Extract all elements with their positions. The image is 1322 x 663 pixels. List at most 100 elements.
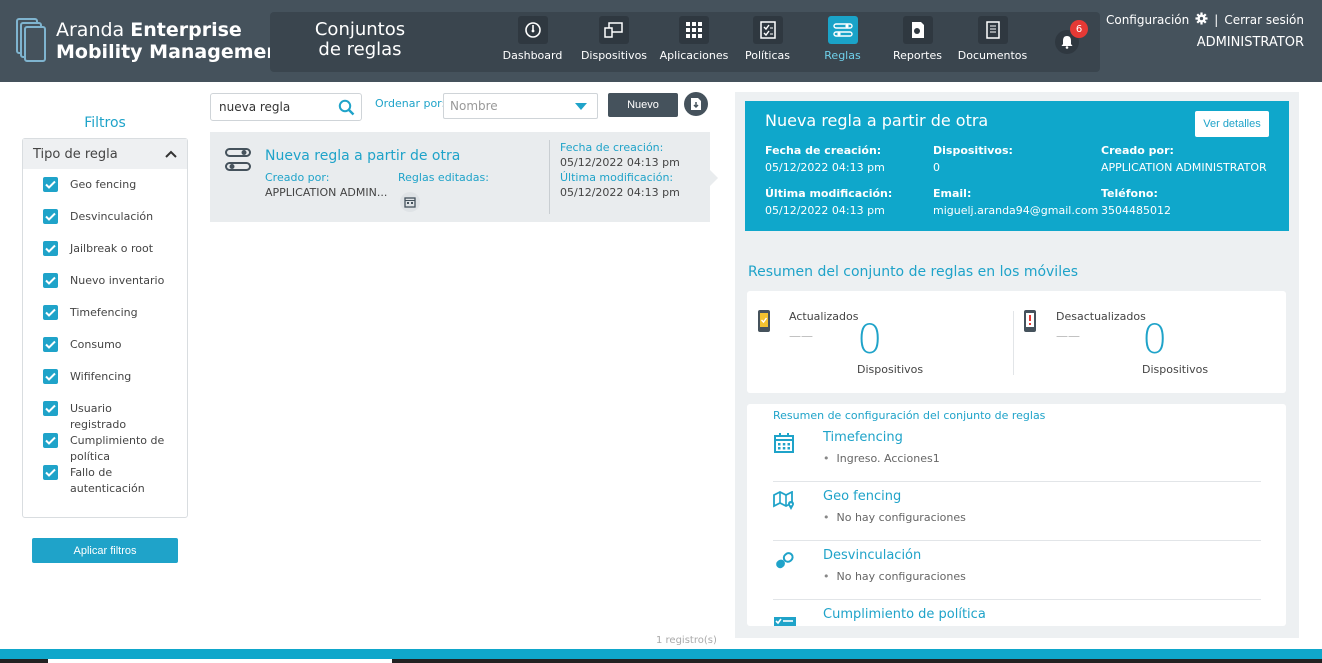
filter-item[interactable]: Timefencing (43, 305, 187, 337)
outdated-unit: Dispositivos (1142, 363, 1209, 376)
detail-label: Última modificación: (765, 187, 893, 200)
config-summary-box: Resumen de configuración del conjunto de… (747, 404, 1286, 626)
filter-item[interactable]: Geo fencing (43, 177, 187, 209)
checkbox-checked-icon[interactable] (43, 241, 58, 256)
filter-panel: Tipo de regla Geo fencing Desvinculación J… (22, 138, 188, 518)
config-name: Timefencing (823, 430, 903, 445)
detail-value: 05/12/2022 04:13 pm (765, 161, 885, 174)
nav-label: Reportes (893, 49, 942, 62)
filter-item[interactable]: Desvinculación (43, 209, 187, 241)
apply-filters-button[interactable]: Aplicar filtros (32, 538, 178, 563)
nav-label: Dispositivos (580, 49, 648, 62)
checkbox-checked-icon[interactable] (43, 433, 58, 448)
checkbox-checked-icon[interactable] (43, 177, 58, 192)
map-pin-icon (773, 491, 794, 510)
sort-placeholder: Nombre (450, 99, 498, 113)
nav-reportes[interactable]: Reportes (881, 16, 954, 62)
nav-label: Aplicaciones (659, 49, 729, 62)
filters-title: Filtros (84, 115, 126, 131)
view-details-button[interactable]: Ver detalles (1195, 111, 1269, 137)
filter-item-label: Desvinculación (70, 210, 154, 223)
nav-reglas[interactable]: Reglas (806, 16, 879, 62)
filter-item-label: Jailbreak o root (70, 242, 154, 255)
new-button[interactable]: Nuevo (608, 93, 678, 117)
nav-aplicaciones[interactable]: Aplicaciones (659, 16, 729, 62)
phone-updated-icon (758, 310, 770, 332)
edited-rules-label: Reglas editadas: (398, 171, 489, 184)
detail-value: miguelj.aranda94@gmail.com (933, 204, 1099, 217)
filter-item-label: Nuevo inventario (70, 274, 165, 287)
checkbox-checked-icon[interactable] (43, 273, 58, 288)
checkbox-checked-icon[interactable] (43, 209, 58, 224)
config-link[interactable]: Configuración (1106, 13, 1189, 27)
filter-item[interactable]: Nuevo inventario (43, 273, 187, 305)
filter-item[interactable]: Cumplimiento de política (43, 433, 187, 465)
created-by-label: Creado por: (265, 171, 330, 184)
updated-count: 0 (857, 317, 883, 363)
nav-dashboard[interactable]: Dashboard (496, 16, 569, 62)
gear-icon[interactable] (1195, 12, 1208, 28)
search-icon[interactable] (338, 99, 355, 116)
brand-logo-icon (16, 18, 46, 64)
filter-item-label: Consumo (70, 338, 122, 351)
nav-dispositivos[interactable]: Dispositivos (571, 16, 657, 62)
rule-set-card[interactable]: Nueva regla a partir de otra Creado por:… (210, 132, 718, 222)
checkbox-checked-icon[interactable] (43, 305, 58, 320)
top-bar: Aranda Enterprise Mobility Management Co… (0, 0, 1322, 82)
nav-politicas[interactable]: Políticas (731, 16, 804, 62)
detail-label: Teléfono: (1101, 187, 1158, 200)
filter-item[interactable]: Wififencing (43, 369, 187, 401)
config-name: Desvinculación (823, 548, 922, 563)
outdated-count: 0 (1142, 317, 1168, 363)
nav-label: Reglas (824, 49, 861, 62)
chevron-down-icon (575, 103, 587, 110)
checkbox-checked-icon[interactable] (43, 369, 58, 384)
search-value: nueva regla (219, 100, 291, 114)
taskbar-window-strip (48, 659, 392, 663)
filter-item[interactable]: Usuario registrado (43, 401, 187, 433)
detail-title: Nueva regla a partir de otra (765, 111, 989, 130)
nav-label: Políticas (745, 49, 790, 62)
updated-label: Actualizados (789, 310, 859, 323)
filter-group-title: Tipo de regla (33, 146, 118, 162)
creation-date-value: 05/12/2022 04:13 pm (560, 156, 680, 169)
config-name: Cumplimiento de política (823, 607, 986, 622)
logout-link[interactable]: Cerrar sesión (1224, 13, 1304, 27)
sort-select[interactable]: Nombre (443, 93, 598, 119)
config-row-desvinculacion: Desvinculación No hay configuraciones (773, 542, 1261, 600)
calendar-icon (400, 192, 420, 212)
search-input[interactable]: nueva regla (210, 93, 362, 121)
updated-dash: —— (789, 329, 813, 343)
modified-date-value: 05/12/2022 04:13 pm (560, 186, 680, 199)
detail-panel: Nueva regla a partir de otra Ver detalle… (735, 92, 1299, 638)
filter-group-header[interactable]: Tipo de regla (23, 139, 187, 169)
filter-item[interactable]: Jailbreak o root (43, 241, 187, 273)
filter-item[interactable]: Fallo de autenticación (43, 465, 187, 497)
checkbox-checked-icon[interactable] (43, 465, 58, 480)
main-nav: Dashboard Dispositivos Aplicaciones Polí… (496, 16, 1031, 62)
detail-value: 0 (933, 161, 940, 174)
nav-label: Documentos (957, 49, 1028, 62)
detail-label: Creado por: (1101, 144, 1174, 157)
detail-value: 3504485012 (1101, 204, 1171, 217)
creation-date-label: Fecha de creación: (560, 141, 664, 154)
checkbox-checked-icon[interactable] (43, 401, 58, 416)
brand[interactable]: Aranda Enterprise Mobility Management (16, 18, 289, 64)
checkbox-checked-icon[interactable] (43, 337, 58, 352)
filter-item[interactable]: Consumo (43, 337, 187, 369)
filter-item-label: Timefencing (70, 306, 138, 319)
detail-value: 05/12/2022 04:13 pm (765, 204, 885, 217)
module-title: Conjuntos de reglas (314, 19, 406, 60)
config-title: Resumen de configuración del conjunto de… (773, 409, 1046, 422)
export-icon[interactable] (684, 92, 708, 116)
brand-name: Aranda Enterprise Mobility Management (56, 19, 290, 63)
phone-outdated-icon (1024, 310, 1036, 332)
detail-header: Nueva regla a partir de otra Ver detalle… (745, 101, 1289, 231)
filter-item-label: Wififencing (70, 370, 132, 383)
nav-documentos[interactable]: Documentos (956, 16, 1029, 62)
config-name: Geo fencing (823, 489, 902, 504)
detail-label: Email: (933, 187, 972, 200)
card-title[interactable]: Nueva regla a partir de otra (265, 148, 460, 164)
created-by-value: APPLICATION ADMIN... (265, 186, 388, 199)
module-bar: Conjuntos de reglas Dashboard Dispositiv… (270, 12, 1100, 72)
